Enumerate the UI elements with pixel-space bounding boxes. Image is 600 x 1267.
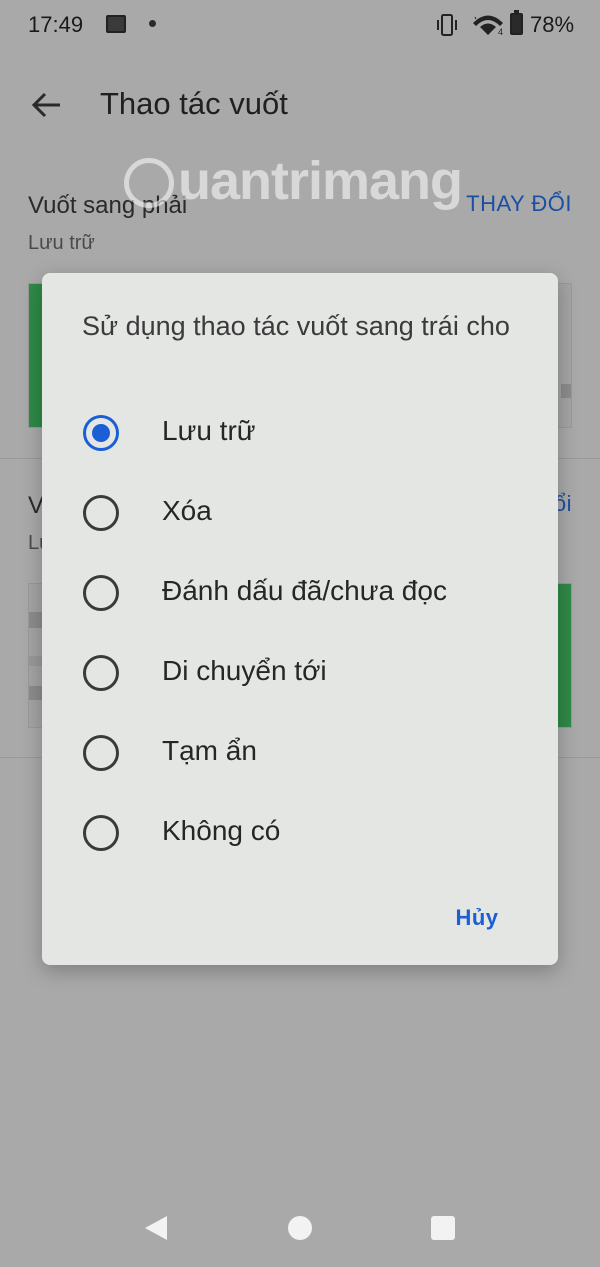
option-label: Di chuyển tới: [162, 655, 327, 686]
status-time: 17:49: [28, 12, 84, 37]
wifi-icon: 4: [473, 15, 503, 36]
radio-button[interactable]: [83, 815, 119, 851]
svg-text:4: 4: [498, 27, 503, 36]
navigation-bar: [0, 1190, 600, 1267]
preview-line: [29, 656, 43, 666]
option-luu-tru[interactable]: Lưu trữ: [42, 393, 558, 473]
option-xoa[interactable]: Xóa: [42, 473, 558, 553]
dot-icon: [149, 20, 156, 27]
radio-button[interactable]: [83, 575, 119, 611]
image-icon: [106, 15, 126, 33]
swipe-left-dialog: Sử dụng thao tác vuốt sang trái cho Lưu …: [42, 273, 558, 965]
battery-icon: [510, 10, 523, 35]
radio-button[interactable]: [83, 655, 119, 691]
swipe-right-change-button[interactable]: THAY ĐỔI: [466, 191, 572, 217]
option-label: Xóa: [162, 495, 212, 526]
nav-recents-icon[interactable]: [431, 1216, 455, 1240]
option-di-chuyen-toi[interactable]: Di chuyển tới: [42, 633, 558, 713]
option-khong-co[interactable]: Không có: [42, 793, 558, 873]
cancel-button[interactable]: Hủy: [422, 893, 532, 943]
preview-line: [29, 686, 43, 700]
preview-green-bar: [557, 584, 571, 727]
nav-back-icon[interactable]: [143, 1214, 169, 1242]
option-label: Đánh dấu đã/chưa đọc: [162, 575, 447, 606]
dialog-title: Sử dụng thao tác vuốt sang trái cho: [82, 311, 510, 341]
radio-button-checked[interactable]: [83, 415, 119, 451]
watermark-text: uantrimang: [178, 151, 463, 211]
page-title: Thao tác vuốt: [100, 86, 288, 121]
radio-button[interactable]: [83, 495, 119, 531]
status-bar: 17:49 4 78%: [0, 0, 600, 52]
back-arrow-icon[interactable]: [30, 88, 64, 122]
preview-green-bar: [29, 284, 43, 427]
option-label: Tạm ẩn: [162, 735, 257, 766]
nav-home-icon[interactable]: [288, 1216, 312, 1240]
radio-button[interactable]: [83, 735, 119, 771]
preview-line: [561, 384, 571, 398]
option-label: Không có: [162, 815, 281, 846]
app-bar: Thao tác vuốt: [0, 70, 600, 142]
battery-percent: 78%: [530, 12, 575, 37]
swipe-right-value: Lưu trữ: [28, 232, 95, 254]
option-label: Lưu trữ: [162, 415, 256, 446]
option-tam-an[interactable]: Tạm ẩn: [42, 713, 558, 793]
watermark-logo-icon: [124, 158, 174, 208]
preview-line: [29, 612, 43, 628]
vibrate-icon: [437, 14, 457, 36]
option-danh-dau[interactable]: Đánh dấu đã/chưa đọc: [42, 553, 558, 633]
